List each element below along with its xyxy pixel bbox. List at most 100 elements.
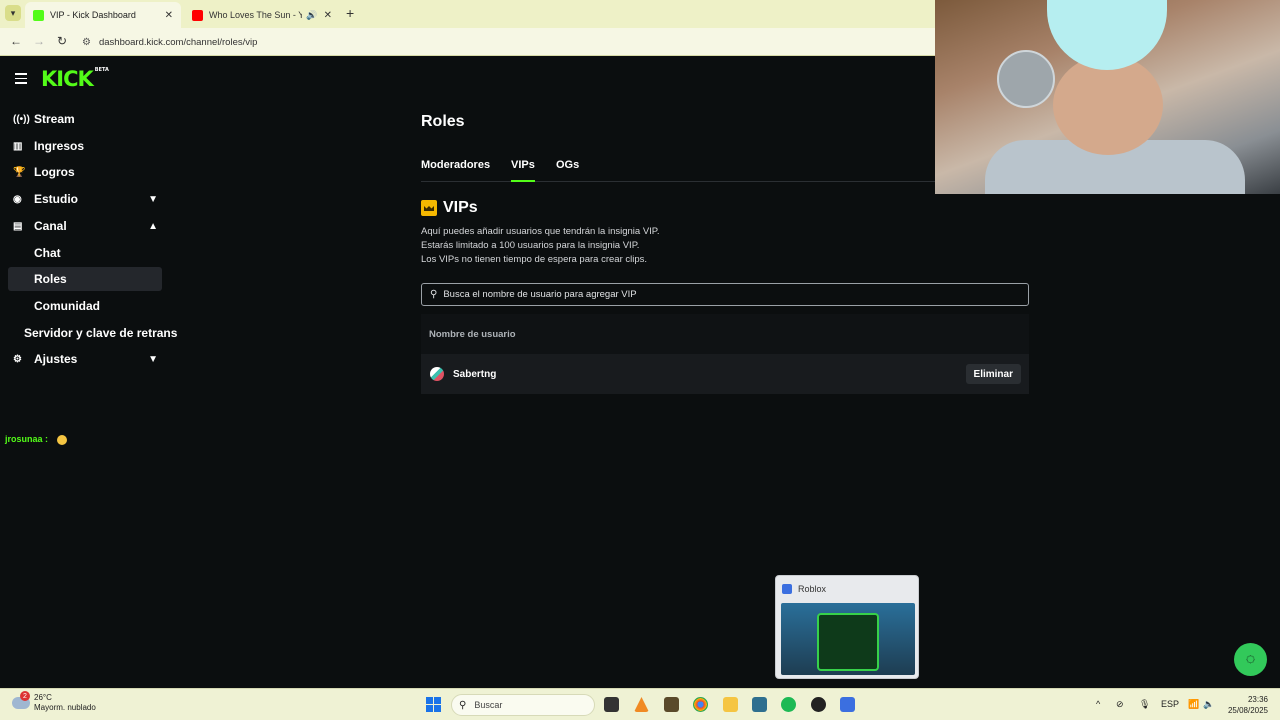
game-scene-image — [817, 613, 879, 671]
section-heading: VIPs — [421, 199, 478, 217]
url-field[interactable]: ⚙ dashboard.kick.com/channel/roles/vip — [82, 32, 932, 52]
wifi-icon[interactable]: 📶 — [1188, 699, 1199, 710]
menu-icon[interactable] — [15, 73, 27, 87]
sidebar-item-ingresos[interactable]: ▥ Ingresos — [8, 134, 162, 158]
sidebar-item-canal[interactable]: ▤ Canal ▲ — [8, 214, 162, 238]
forward-icon[interactable]: → — [33, 34, 45, 48]
username[interactable]: Sabertng — [453, 369, 496, 380]
roblox-icon[interactable] — [840, 697, 855, 712]
sidebar-item-label: Ajustes — [34, 352, 78, 366]
chevron-up-icon[interactable]: ^ — [1096, 699, 1100, 709]
chat-overlay-message: jrosunaa : — [5, 434, 67, 445]
weather-desc: Mayorm. nublado — [34, 703, 96, 712]
language-indicator[interactable]: ESP — [1161, 699, 1179, 709]
table-header: Nombre de usuario — [421, 314, 1029, 354]
folder-icon[interactable] — [723, 697, 738, 712]
sidebar-item-label: Estudio — [34, 192, 78, 206]
emoji-icon — [56, 434, 67, 445]
page-title: Roles — [421, 113, 465, 130]
system-clock[interactable]: 23:36 25/08/2025 — [1228, 694, 1268, 716]
trophy-icon: 🏆 — [13, 166, 26, 178]
site-info-icon[interactable]: ⚙ — [82, 37, 91, 48]
preview-header: Roblox — [776, 576, 918, 602]
description-line: Estarás limitado a 100 usuarios para la … — [421, 240, 640, 251]
preview-thumbnail[interactable] — [781, 603, 915, 675]
crown-icon — [421, 200, 437, 216]
chrome-icon[interactable] — [693, 697, 708, 712]
chevron-up-icon: ▲ — [148, 220, 158, 232]
speaker-icon[interactable]: 🔊 — [306, 10, 317, 21]
back-icon[interactable]: ← — [10, 34, 22, 48]
vlc-icon[interactable] — [634, 697, 649, 712]
description-line: Aquí puedes añadir usuarios que tendrán … — [421, 226, 660, 237]
webcam-overlay — [935, 0, 1280, 194]
microphone-icon[interactable]: 🎙 — [1139, 699, 1150, 710]
description-line: Los VIPs no tienen tiempo de espera para… — [421, 254, 648, 265]
sidebar-item-label: Logros — [34, 165, 75, 179]
roblox-window-preview[interactable]: Roblox — [775, 575, 919, 679]
youtube-favicon-icon — [192, 9, 203, 21]
sidebar-item-label: Chat — [34, 246, 61, 260]
vip-search-input[interactable]: ⚲ Busca el nombre de usuario para agrega… — [421, 283, 1029, 306]
network-off-icon[interactable]: ⊘ — [1116, 699, 1124, 710]
reload-icon[interactable]: ↻ — [57, 34, 67, 48]
tab-title: Who Loves The Sun - YouTube — [209, 10, 303, 20]
sidebar-item-estudio[interactable]: ◉ Estudio ▼ — [8, 187, 162, 211]
kick-logo[interactable]: KICK BETA — [41, 67, 109, 91]
close-icon[interactable]: ✕ — [324, 10, 332, 21]
eliminar-button[interactable]: Eliminar — [965, 364, 1021, 384]
help-chat-button[interactable]: ◌ — [1234, 643, 1267, 676]
search-placeholder: Busca el nombre de usuario para agregar … — [443, 289, 637, 300]
task-view-icon[interactable] — [604, 697, 619, 712]
chevron-down-icon: ▼ — [148, 193, 158, 205]
weather-widget[interactable]: 2 26°C Mayorm. nublado — [12, 691, 96, 713]
section-description: Aquí puedes añadir usuarios que tendrán … — [421, 225, 660, 267]
sidebar-item-comunidad[interactable]: Comunidad — [8, 294, 162, 318]
new-tab-button[interactable]: + — [346, 5, 354, 21]
tab-title: VIP - Kick Dashboard — [50, 10, 136, 20]
tab-kick-dashboard[interactable]: VIP - Kick Dashboard ✕ — [25, 2, 181, 28]
avatar — [430, 367, 444, 381]
tab-ogs[interactable]: OGs — [556, 159, 579, 171]
volume-icon[interactable]: 🔈 — [1203, 699, 1214, 710]
person-image — [1053, 55, 1163, 155]
sidebar-item-label: Servidor y clave de retrans — [24, 326, 178, 340]
taskbar-search[interactable]: ⚲ Buscar — [451, 694, 595, 716]
tab-search-button[interactable]: ▾ — [5, 5, 21, 21]
sidebar-item-label: Comunidad — [34, 299, 100, 313]
sidebar-item-label: Stream — [34, 112, 75, 126]
roblox-icon — [782, 584, 792, 594]
weather-temp: 26°C — [34, 693, 52, 702]
minecraft-icon[interactable] — [664, 697, 679, 712]
roles-tabs: Moderadores VIPs OGs — [421, 155, 936, 182]
section-title: VIPs — [443, 199, 478, 216]
sidebar-item-roles[interactable]: Roles — [8, 267, 162, 291]
tab-moderadores[interactable]: Moderadores — [421, 159, 490, 171]
sidebar-item-label: Canal — [34, 219, 67, 233]
windows-start-icon[interactable] — [426, 697, 441, 712]
obs-icon[interactable] — [811, 697, 826, 712]
sidebar-item-logros[interactable]: 🏆 Logros — [8, 160, 162, 184]
cloud-icon: 2 — [12, 691, 30, 709]
search-icon: ⚲ — [459, 699, 467, 711]
chevron-down-icon: ▼ — [148, 353, 158, 365]
close-icon[interactable]: ✕ — [165, 10, 173, 21]
sidebar-item-label: Ingresos — [34, 139, 85, 153]
spotify-icon[interactable] — [781, 697, 796, 712]
beta-badge: BETA — [94, 67, 109, 73]
chart-icon: ▥ — [13, 140, 23, 152]
chat-username: jrosunaa : — [5, 434, 49, 444]
taskbar-search-label: Buscar — [474, 700, 503, 710]
sidebar-item-label: Roles — [34, 272, 67, 286]
sidebar-item-chat[interactable]: Chat — [8, 241, 162, 265]
vip-table: Nombre de usuario Sabertng Eliminar — [421, 314, 1029, 394]
store-icon[interactable] — [752, 697, 767, 712]
table-row: Sabertng Eliminar — [421, 354, 1029, 394]
sidebar-item-stream[interactable]: ((•)) Stream — [8, 107, 162, 131]
tab-youtube[interactable]: Who Loves The Sun - YouTube 🔊 ✕ — [184, 2, 340, 28]
notification-badge: 2 — [20, 691, 30, 701]
sidebar-item-ajustes[interactable]: ⚙ Ajustes ▼ — [8, 347, 162, 371]
gear-icon: ⚙ — [13, 353, 22, 365]
tab-vips[interactable]: VIPs — [511, 159, 535, 182]
sidebar-item-servidor[interactable]: Servidor y clave de retrans — [8, 321, 178, 345]
